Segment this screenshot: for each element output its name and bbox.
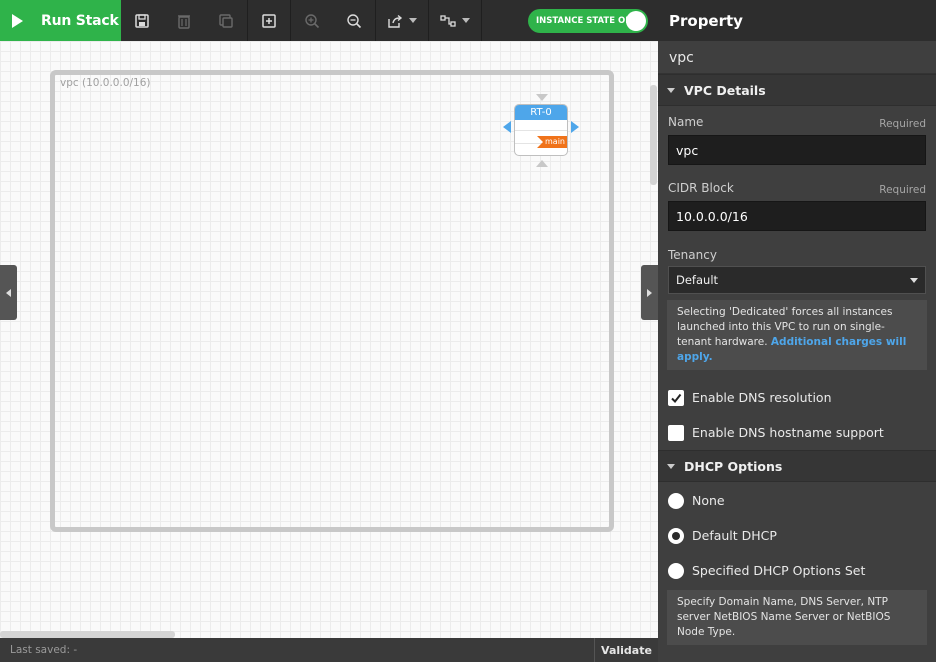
trash-icon — [178, 14, 190, 29]
zoom-out-icon — [347, 13, 362, 28]
dns-resolution-option[interactable]: Enable DNS resolution — [658, 380, 936, 415]
section-label: DHCP Options — [684, 458, 783, 474]
validate-button[interactable]: Validate — [594, 638, 658, 662]
dhcp-none-option[interactable]: None — [658, 483, 936, 518]
toolbar: Run Stack INSTANCE STATE ON — [0, 0, 658, 41]
export-button[interactable] — [376, 0, 428, 41]
toolbar-edit-group — [121, 0, 248, 41]
instance-state-toggle[interactable]: INSTANCE STATE ON — [528, 9, 648, 33]
port-left-icon[interactable] — [503, 121, 511, 133]
main-tag: main — [537, 136, 567, 148]
dns-hostname-checkbox[interactable] — [668, 424, 684, 441]
cidr-label: CIDR Block — [668, 181, 734, 195]
toolbar-export-group — [376, 0, 429, 41]
save-icon — [135, 13, 149, 28]
dhcp-note: Specify Domain Name, DNS Server, NTP ser… — [667, 590, 927, 645]
design-canvas[interactable]: vpc (10.0.0.0/16) RT-0 main — [0, 41, 658, 638]
dhcp-default-option[interactable]: Default DHCP — [658, 518, 936, 553]
play-icon — [12, 13, 23, 28]
app-window: Run Stack INSTANCE STATE ON vpc (10.0.0.… — [0, 0, 936, 662]
chevron-down-icon — [667, 87, 675, 93]
vertical-scrollbar[interactable] — [650, 85, 657, 185]
chevron-down-icon — [409, 18, 417, 23]
cidr-required-label: Required — [879, 184, 926, 196]
zoom-out-button[interactable] — [333, 0, 375, 41]
resource-name: vpc — [658, 41, 936, 74]
cidr-input[interactable] — [668, 201, 926, 231]
dhcp-note-text: Specify Domain Name, DNS Server, NTP ser… — [677, 596, 891, 638]
divider — [515, 130, 567, 131]
connection-style-icon — [440, 14, 456, 27]
chevron-down-icon — [667, 463, 675, 469]
tenancy-field-group: Tenancy Default — [658, 231, 936, 294]
export-icon — [388, 14, 403, 28]
section-label: VPC Details — [684, 82, 766, 98]
tenancy-label: Tenancy — [668, 248, 717, 262]
port-bottom-icon[interactable] — [536, 160, 548, 167]
run-stack-button[interactable]: Run Stack — [0, 0, 121, 41]
toolbar-add-group — [248, 0, 291, 41]
tenancy-value: Default — [676, 273, 719, 287]
dns-resolution-checkbox[interactable] — [668, 389, 684, 406]
instance-state-label: INSTANCE STATE ON — [536, 16, 633, 26]
section-vpc-details[interactable]: VPC Details — [658, 74, 936, 106]
dhcp-specified-radio[interactable] — [668, 562, 684, 579]
duplicate-button[interactable] — [205, 0, 247, 41]
dhcp-default-radio[interactable] — [668, 527, 684, 544]
name-label: Name — [668, 115, 704, 129]
chevron-down-icon — [462, 18, 470, 23]
connection-style-button[interactable] — [429, 0, 481, 41]
checkmark-icon — [671, 393, 682, 403]
property-panel: Property vpc VPC Details Name Required C… — [658, 0, 936, 662]
delete-button[interactable] — [163, 0, 205, 41]
section-dhcp-options[interactable]: DHCP Options — [658, 450, 936, 482]
panel-title: Property — [658, 0, 936, 41]
route-table-name: RT-0 — [515, 105, 567, 120]
add-button[interactable] — [248, 0, 290, 41]
dhcp-specified-label: Specified DHCP Options Set — [692, 563, 866, 578]
route-table-node[interactable]: RT-0 main — [514, 104, 568, 156]
left-panel-toggle[interactable] — [0, 265, 17, 320]
right-panel-toggle[interactable] — [641, 265, 658, 320]
port-top-icon[interactable] — [536, 94, 548, 101]
tenancy-note: Selecting 'Dedicated' forces all instanc… — [667, 300, 927, 370]
dns-resolution-label: Enable DNS resolution — [692, 390, 832, 405]
dns-hostname-option[interactable]: Enable DNS hostname support — [658, 415, 936, 450]
chevron-down-icon — [910, 277, 918, 283]
toolbar-zoom-group — [291, 0, 376, 41]
last-saved-text: Last saved: - — [10, 644, 78, 656]
chevron-left-icon — [6, 288, 11, 297]
name-field-group: Name Required — [658, 106, 936, 165]
toggle-knob — [626, 11, 646, 31]
status-bar: Last saved: - Validate — [0, 638, 658, 662]
dhcp-none-label: None — [692, 493, 725, 508]
dhcp-specified-option[interactable]: Specified DHCP Options Set — [658, 553, 936, 588]
run-stack-label: Run Stack — [41, 12, 119, 29]
name-input[interactable] — [668, 135, 926, 165]
toolbar-line-group — [429, 0, 482, 41]
add-icon — [262, 13, 276, 28]
tenancy-select[interactable]: Default — [668, 266, 926, 294]
name-required-label: Required — [879, 118, 926, 130]
dns-hostname-label: Enable DNS hostname support — [692, 425, 884, 440]
horizontal-scrollbar[interactable] — [0, 631, 175, 638]
dhcp-default-label: Default DHCP — [692, 528, 777, 543]
vpc-label: vpc (10.0.0.0/16) — [60, 77, 151, 89]
cidr-field-group: CIDR Block Required — [658, 165, 936, 231]
radio-selected-dot — [672, 531, 680, 540]
port-right-icon[interactable] — [571, 121, 579, 133]
zoom-in-button[interactable] — [291, 0, 333, 41]
chevron-right-icon — [647, 288, 652, 297]
zoom-in-icon — [305, 13, 320, 28]
duplicate-icon — [219, 13, 233, 28]
dhcp-none-radio[interactable] — [668, 492, 684, 509]
save-button[interactable] — [121, 0, 163, 41]
